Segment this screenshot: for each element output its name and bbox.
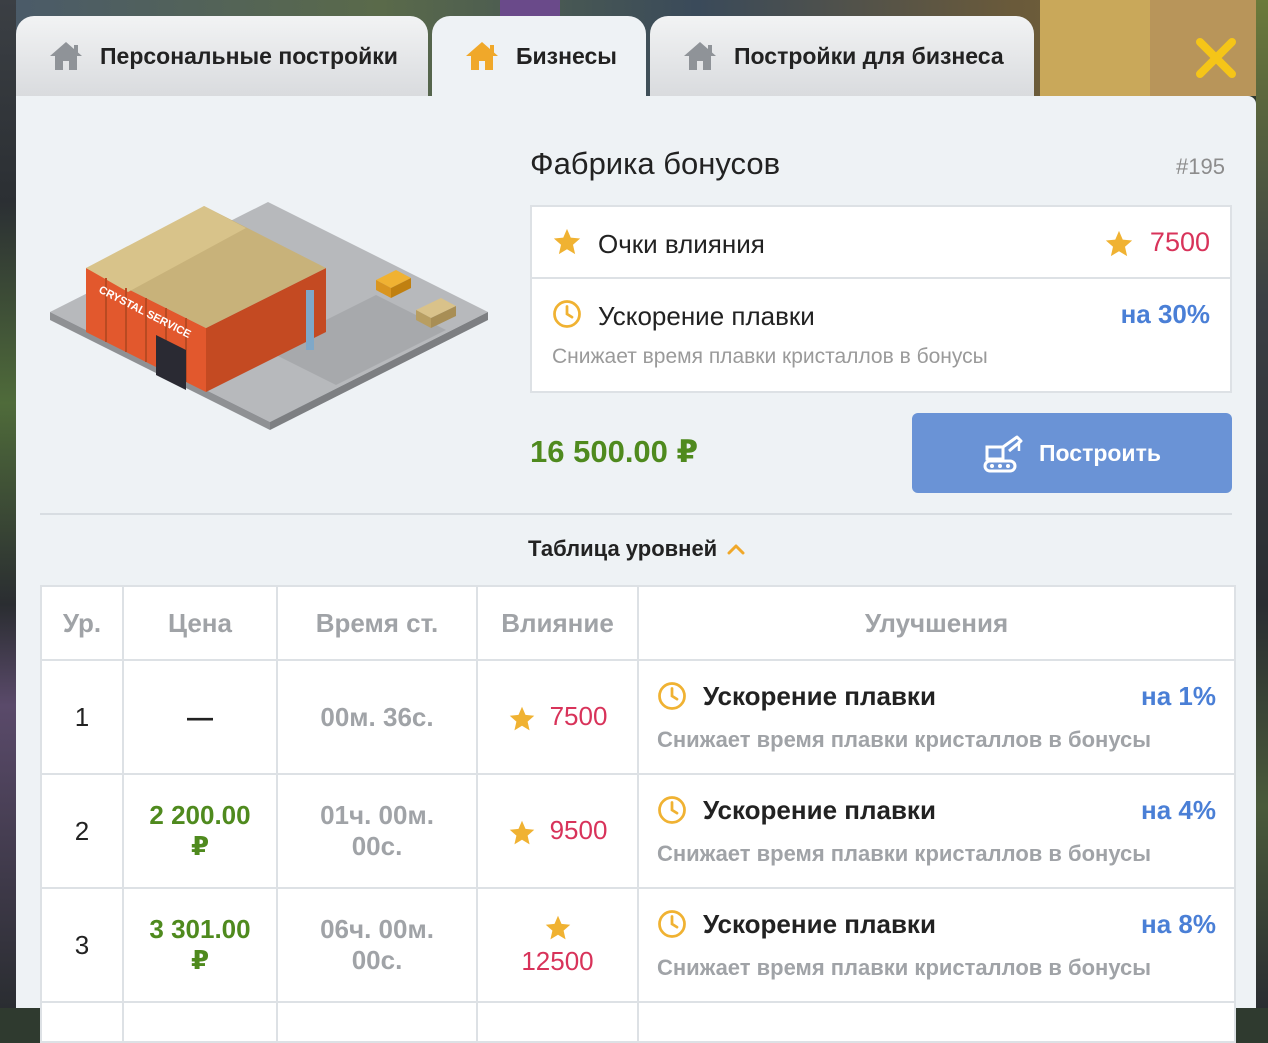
row-time: 00м. 36с. xyxy=(276,659,478,775)
influence-row: Очки влияния 7500 xyxy=(532,207,1230,279)
row-price-value: 3 301.00 xyxy=(149,914,251,944)
upgrade-label: Ускорение плавки xyxy=(703,795,936,825)
row-influence-value: 9500 xyxy=(549,815,608,846)
levels-table: Ур. Цена Время ст. Влияние Улучшения 1 —… xyxy=(40,585,1236,1043)
star-icon xyxy=(1105,230,1133,257)
upgrade-value: на 8% xyxy=(1141,909,1216,939)
row-time-value-2: 00с. xyxy=(351,945,403,975)
build-button[interactable]: Построить xyxy=(912,413,1232,493)
star-icon xyxy=(509,706,534,730)
row-level: 1 xyxy=(40,659,124,775)
row-time: 06ч. 00м. 00с. xyxy=(276,887,478,1003)
upgrade-label: Ускорение плавки xyxy=(703,909,936,939)
row-price-currency: ₽ xyxy=(190,831,210,861)
house-icon xyxy=(684,42,716,70)
boost-description: Снижает время плавки кристаллов в бонусы xyxy=(552,345,988,368)
crane-icon xyxy=(983,435,1023,473)
tab-label: Персональные постройки xyxy=(100,42,398,69)
row-price-currency: ₽ xyxy=(190,945,210,975)
building-id: #195 xyxy=(1176,154,1225,179)
clock-icon xyxy=(658,910,686,938)
row-price-value: 2 200.00 xyxy=(149,800,251,830)
table-header-row: Ур. Цена Время ст. Влияние Улучшения xyxy=(40,585,1236,661)
row-price: — xyxy=(122,659,278,775)
tab-businesses[interactable]: Бизнесы xyxy=(432,16,646,96)
upgrade-value: на 1% xyxy=(1141,681,1216,711)
build-button-label: Построить xyxy=(1039,439,1161,466)
star-icon xyxy=(553,228,581,255)
row-level xyxy=(40,1001,124,1043)
row-time: 01ч. 00м. 00с. xyxy=(276,773,478,889)
header-level: Ур. xyxy=(40,585,124,661)
tab-label: Бизнесы xyxy=(516,42,617,69)
boost-value: на 30% xyxy=(1120,299,1210,329)
building-info-box: Очки влияния 7500 Ускорение плавки на 30… xyxy=(530,205,1232,393)
row-upgrade: Ускорение плавки на 4% Снижает время пла… xyxy=(637,773,1236,889)
building-image: CRYSTAL SERVICE xyxy=(50,202,488,430)
row-influence: 9500 xyxy=(476,773,639,889)
levels-toggle-label: Таблица уровней xyxy=(528,536,718,561)
influence-value: 7500 xyxy=(1149,227,1210,257)
star-icon xyxy=(545,915,570,939)
game-background-left xyxy=(0,0,16,1008)
clock-icon xyxy=(658,682,686,710)
clock-icon xyxy=(658,796,686,824)
row-time-value: 00м. 36с. xyxy=(320,701,434,732)
row-time-value-2: 00с. xyxy=(351,831,403,861)
building-title: Фабрика бонусов xyxy=(530,146,781,181)
upgrade-description: Снижает время плавки кристаллов в бонусы xyxy=(657,955,1152,980)
star-icon xyxy=(509,820,534,844)
row-price-value: — xyxy=(187,701,213,732)
upgrade-description: Снижает время плавки кристаллов в бонусы xyxy=(657,841,1152,866)
house-icon xyxy=(466,42,498,70)
tab-label: Постройки для бизнеса xyxy=(734,42,1004,69)
row-influence: 7500 xyxy=(476,659,639,775)
header-time: Время ст. xyxy=(276,585,478,661)
row-time xyxy=(276,1001,478,1043)
upgrade-description: Снижает время плавки кристаллов в бонусы xyxy=(657,727,1152,752)
row-influence xyxy=(476,1001,639,1043)
row-price: 3 301.00 ₽ xyxy=(122,887,278,1003)
row-influence-value: 12500 xyxy=(521,945,594,976)
table-row: 2 2 200.00 ₽ 01ч. 00м. 00с. 9500 Ускорение… xyxy=(40,773,1236,889)
row-level: 2 xyxy=(40,773,124,889)
levels-table-toggle[interactable]: Таблица уровней xyxy=(528,536,745,562)
row-price: 2 200.00 ₽ xyxy=(122,773,278,889)
row-upgrade xyxy=(637,1001,1236,1043)
row-level: 3 xyxy=(40,887,124,1003)
bg-building xyxy=(500,0,560,16)
header-upgrades: Улучшения xyxy=(637,585,1236,661)
boost-label: Ускорение плавки xyxy=(598,301,815,331)
row-time-value: 01ч. 00м. xyxy=(320,800,434,830)
tab-personal-buildings[interactable]: Персональные постройки xyxy=(16,16,428,96)
row-time-value: 06ч. 00м. xyxy=(320,914,434,944)
influence-label: Очки влияния xyxy=(598,229,765,259)
game-background-right xyxy=(1256,0,1268,1008)
table-row xyxy=(40,1001,1236,1043)
upgrade-label: Ускорение плавки xyxy=(703,681,936,711)
upgrade-value: на 4% xyxy=(1141,795,1216,825)
divider xyxy=(40,513,1232,515)
building-price: 16 500.00 ₽ xyxy=(530,434,699,469)
chevron-up-icon xyxy=(727,544,745,555)
header-influence: Влияние xyxy=(476,585,639,661)
table-row: 1 — 00м. 36с. 7500 Ускорение плавки на 1… xyxy=(40,659,1236,775)
row-influence-value: 7500 xyxy=(549,701,608,732)
header-price: Цена xyxy=(122,585,278,661)
close-icon[interactable] xyxy=(1194,36,1238,80)
row-price xyxy=(122,1001,278,1043)
row-upgrade: Ускорение плавки на 1% Снижает время пла… xyxy=(637,659,1236,775)
table-row: 3 3 301.00 ₽ 06ч. 00м. 00с. 12500 Ускорени… xyxy=(40,887,1236,1003)
row-upgrade: Ускорение плавки на 8% Снижает время пла… xyxy=(637,887,1236,1003)
house-icon xyxy=(50,42,82,70)
row-influence: 12500 xyxy=(476,887,639,1003)
tab-business-buildings[interactable]: Постройки для бизнеса xyxy=(650,16,1034,96)
clock-icon xyxy=(553,300,581,328)
